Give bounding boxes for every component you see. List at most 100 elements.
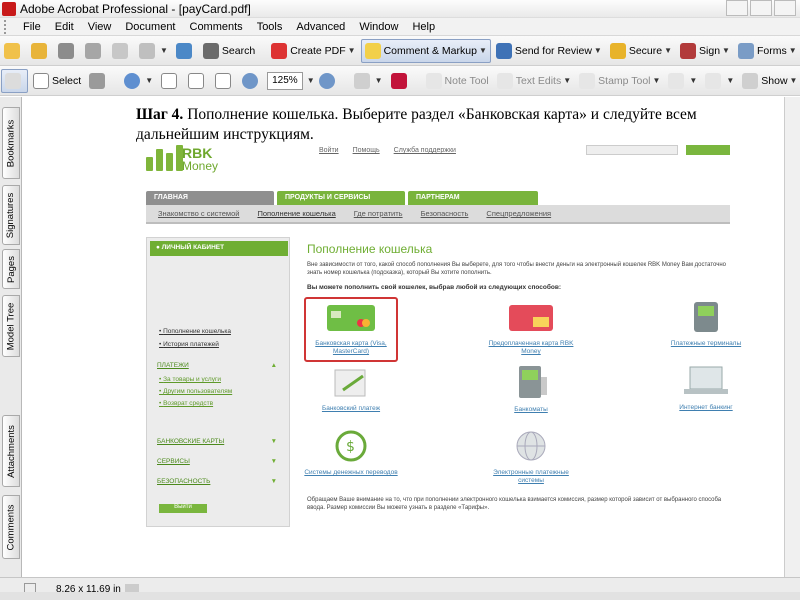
tools-toolbar: Select ▼ 125% ▼ ▼ Note Tool Text Edits ▼ … bbox=[0, 66, 800, 96]
svg-text:$: $ bbox=[346, 439, 355, 455]
rotate-button[interactable]: ▼ bbox=[351, 69, 386, 93]
arrow-down-icon: ▼ bbox=[270, 438, 277, 445]
sign-button[interactable]: Sign ▼ bbox=[677, 39, 733, 63]
logo-line2: Money bbox=[182, 159, 219, 173]
create-button[interactable] bbox=[1, 39, 26, 63]
zoom-dropdown-icon[interactable]: ▼ bbox=[307, 76, 315, 85]
lock-icon bbox=[609, 42, 626, 59]
email-button[interactable] bbox=[109, 39, 134, 63]
tab-comments[interactable]: Comments bbox=[2, 495, 20, 559]
comment-markup-button[interactable]: Comment & Markup ▼ bbox=[360, 38, 491, 63]
option-label: Платежные терминалы bbox=[670, 340, 742, 347]
nav-main: ГЛАВНАЯ bbox=[146, 191, 274, 205]
note-tool-label: Note Tool bbox=[444, 74, 489, 87]
section-heading: БЕЗОПАСНОСТЬ ▼ bbox=[157, 478, 277, 485]
title-bar: Adobe Acrobat Professional - [payCard.pd… bbox=[0, 0, 800, 18]
menu-help[interactable]: Help bbox=[405, 21, 442, 33]
text-edits-button[interactable]: Text Edits ▼ bbox=[494, 69, 574, 93]
send-review-button[interactable]: Send for Review ▼ bbox=[493, 39, 605, 63]
show-label: Show bbox=[761, 74, 788, 87]
tab-attachments[interactable]: Attachments bbox=[2, 415, 20, 487]
section-label: СЕРВИСЫ bbox=[157, 458, 190, 465]
chevron-down-icon: ▼ bbox=[593, 46, 602, 55]
vertical-scrollbar[interactable] bbox=[784, 97, 800, 577]
show-button[interactable]: Show ▼ bbox=[739, 69, 800, 93]
snapshot-button[interactable] bbox=[86, 69, 111, 93]
tab-pages[interactable]: Pages bbox=[2, 249, 20, 289]
zoom-out-button[interactable] bbox=[239, 69, 264, 93]
open-button[interactable] bbox=[28, 39, 53, 63]
minimize-button[interactable] bbox=[726, 0, 748, 16]
close-button[interactable] bbox=[774, 0, 796, 16]
main-toolbar: ▼ Search Create PDF ▼ Comment & Markup ▼ S… bbox=[0, 36, 800, 66]
chevron-down-icon: ▼ bbox=[347, 46, 356, 55]
chevron-down-icon: ▼ bbox=[664, 46, 673, 55]
option-terminals: Платежные терминалы bbox=[656, 301, 756, 348]
organizer-button[interactable] bbox=[173, 39, 198, 63]
select-tool-button[interactable]: Select bbox=[30, 69, 84, 93]
chevron-down-icon: ▼ bbox=[160, 46, 168, 55]
secure-button[interactable]: Secure ▼ bbox=[607, 39, 675, 63]
highlight-button[interactable]: ▼ bbox=[665, 69, 700, 93]
payments-link-label: Другим пользователям bbox=[163, 388, 233, 395]
option-atm: Банкоматы bbox=[481, 365, 581, 414]
site-search-button bbox=[686, 145, 730, 155]
save-icon bbox=[58, 42, 74, 59]
menu-comments[interactable]: Comments bbox=[183, 21, 250, 33]
note-tool-button[interactable]: Note Tool bbox=[423, 69, 492, 93]
horizontal-scrollbar[interactable] bbox=[0, 592, 800, 600]
section-label: БЕЗОПАСНОСТЬ bbox=[157, 478, 211, 485]
cabinet-label: ЛИЧНЫЙ КАБИНЕТ bbox=[161, 244, 225, 251]
document-view[interactable]: Шаг 4. Пополнение кошелька. Выберите раз… bbox=[23, 97, 800, 577]
menu-tools[interactable]: Tools bbox=[250, 21, 290, 33]
paperclip-icon bbox=[705, 72, 722, 89]
fit-page-icon bbox=[188, 72, 205, 89]
menu-file[interactable]: File bbox=[16, 21, 48, 33]
plus-icon bbox=[318, 72, 335, 89]
print-button[interactable] bbox=[82, 39, 107, 63]
search-label: Search bbox=[221, 44, 256, 57]
search-button[interactable]: Search bbox=[200, 39, 258, 63]
fit-page-button[interactable] bbox=[185, 69, 210, 93]
binoculars-icon bbox=[202, 42, 219, 59]
maximize-button[interactable] bbox=[750, 0, 772, 16]
money-transfer-icon: $ bbox=[335, 430, 367, 462]
laptop-icon bbox=[684, 366, 728, 394]
section-heading: СЕРВИСЫ ▼ bbox=[157, 458, 277, 465]
create-pdf-button[interactable]: Create PDF ▼ bbox=[268, 39, 358, 63]
yahoo-button[interactable] bbox=[388, 69, 413, 93]
option-internet-banking: Интернет банкинг bbox=[656, 365, 756, 412]
tab-model-tree-label: Model Tree bbox=[5, 302, 17, 350]
menu-document[interactable]: Document bbox=[118, 21, 182, 33]
stamp-icon bbox=[579, 72, 596, 89]
attach-comment-button[interactable]: ▼ bbox=[702, 69, 737, 93]
menu-window[interactable]: Window bbox=[352, 21, 405, 33]
section-heading: БАНКОВСКИЕ КАРТЫ ▼ bbox=[157, 438, 277, 445]
nav-products: ПРОДУКТЫ И СЕРВИСЫ bbox=[277, 191, 405, 205]
text-edit-icon bbox=[496, 72, 513, 89]
globe-icon bbox=[175, 42, 192, 59]
hand-tool-button[interactable] bbox=[1, 68, 28, 93]
cabinet-header: ● ЛИЧНЫЙ КАБИНЕТ bbox=[150, 241, 288, 256]
stamp-tool-button[interactable]: Stamp Tool ▼ bbox=[576, 69, 663, 93]
tab-signatures[interactable]: Signatures bbox=[2, 185, 20, 245]
zoom-tool-button[interactable]: ▼ bbox=[121, 69, 156, 93]
zoom-in-button[interactable] bbox=[316, 69, 341, 93]
tab-bookmarks[interactable]: Bookmarks bbox=[2, 107, 20, 179]
top-links: Войти Помощь Служба поддержки bbox=[319, 147, 456, 154]
hand-icon bbox=[5, 72, 21, 89]
payments-link: • За товары и услуги bbox=[159, 376, 221, 383]
actual-size-button[interactable] bbox=[158, 69, 183, 93]
menu-view[interactable]: View bbox=[81, 21, 119, 33]
nav-partners: ПАРТНЕРАМ bbox=[408, 191, 538, 205]
chevron-down-icon: ▼ bbox=[788, 46, 797, 55]
fit-width-button[interactable] bbox=[212, 69, 237, 93]
menu-advanced[interactable]: Advanced bbox=[289, 21, 352, 33]
menu-edit[interactable]: Edit bbox=[48, 21, 81, 33]
option-bank-card: Банковская карта (Visa, MasterCard) bbox=[301, 303, 401, 356]
zoom-input[interactable]: 125% bbox=[267, 71, 303, 90]
forms-button[interactable]: Forms ▼ bbox=[735, 39, 800, 63]
attach-button[interactable]: ▼ bbox=[136, 39, 171, 63]
tab-model-tree[interactable]: Model Tree bbox=[2, 295, 20, 357]
save-button[interactable] bbox=[55, 39, 80, 63]
